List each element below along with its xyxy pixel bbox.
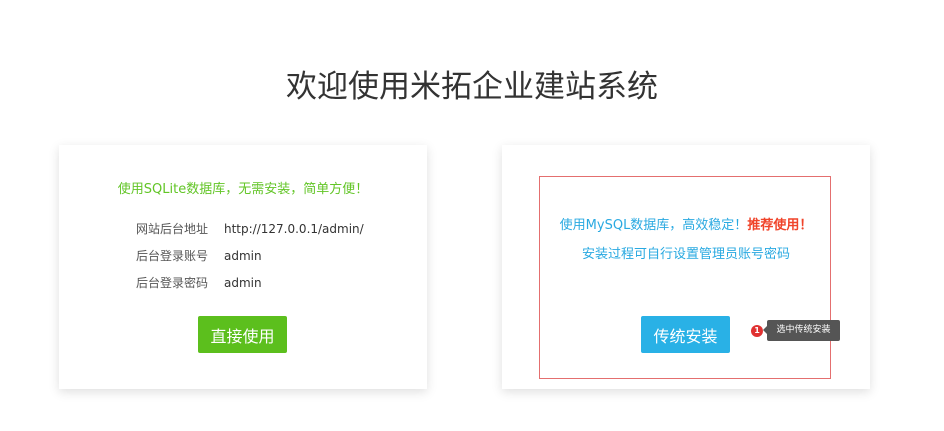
admin-url-row: 网站后台地址 http://127.0.0.1/admin/: [59, 220, 427, 238]
sqlite-tagline: 使用SQLite数据库，无需安装，简单方便！: [117, 182, 369, 197]
admin-account-label: 后台登录账号: [136, 249, 209, 263]
annotation-tooltip: 选中传统安装: [763, 320, 840, 341]
mysql-tagline-text: 使用MySQL数据库，高效稳定！: [559, 218, 748, 233]
mysql-install-card: 使用MySQL数据库，高效稳定！推荐使用！ 安装过程可自行设置管理员账号密码 传…: [502, 145, 870, 389]
direct-use-button[interactable]: 直接使用: [198, 316, 287, 353]
admin-account-value: admin: [224, 249, 262, 263]
step-number-badge: 1: [751, 325, 763, 337]
page-title: 欢迎使用米拓企业建站系统: [286, 69, 658, 105]
traditional-install-button[interactable]: 传统安装: [641, 316, 730, 353]
admin-url-label: 网站后台地址: [136, 222, 209, 236]
admin-password-label: 后台登录密码: [136, 276, 209, 290]
admin-account-row: 后台登录账号 admin: [59, 247, 427, 265]
sqlite-install-card: 使用SQLite数据库，无需安装，简单方便！ 网站后台地址 http://127…: [59, 145, 427, 389]
admin-password-value: admin: [224, 276, 262, 290]
mysql-description: 安装过程可自行设置管理员账号密码: [581, 247, 790, 262]
mysql-tagline: 使用MySQL数据库，高效稳定！推荐使用！: [502, 217, 870, 235]
admin-password-row: 后台登录密码 admin: [59, 274, 427, 292]
admin-url-value: http://127.0.0.1/admin/: [224, 222, 364, 236]
recommend-label: 推荐使用！: [747, 218, 813, 233]
